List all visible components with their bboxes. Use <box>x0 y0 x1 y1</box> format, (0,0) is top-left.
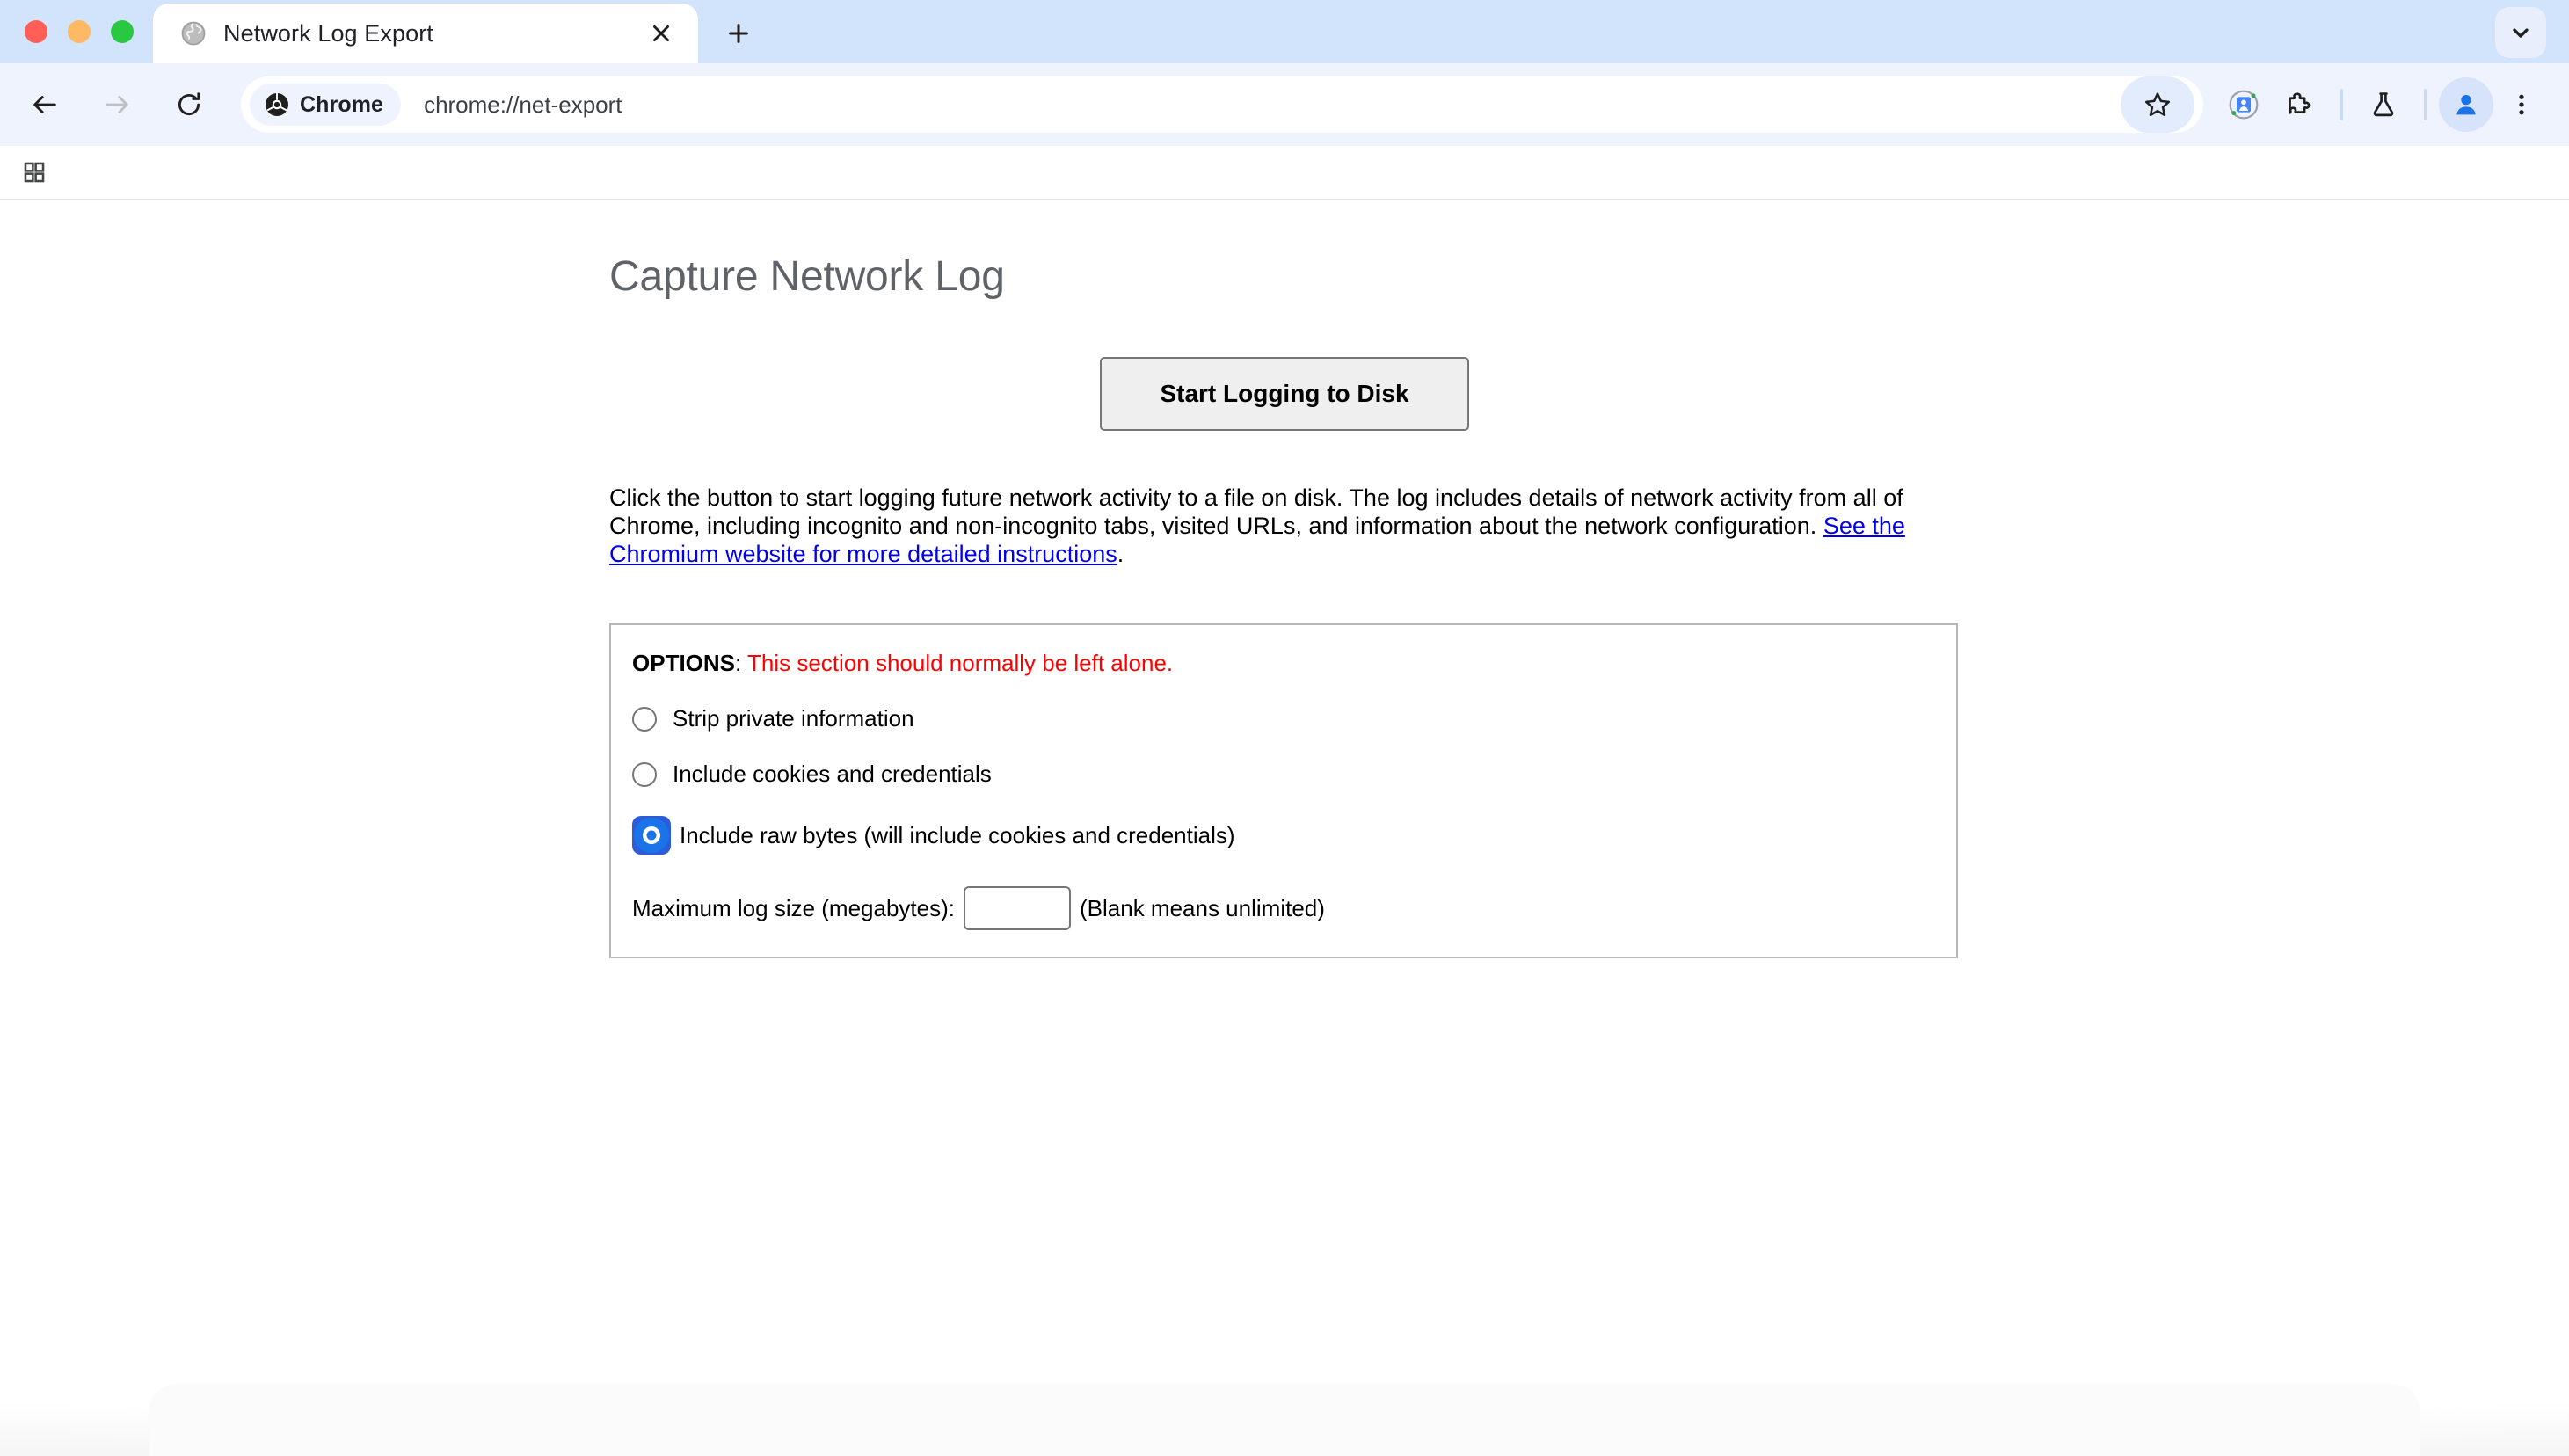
tab-title: Network Log Export <box>223 19 433 47</box>
window-minimize-button[interactable] <box>68 20 91 43</box>
window-close-button[interactable] <box>25 20 47 43</box>
new-tab-button[interactable] <box>714 9 763 58</box>
more-vertical-icon[interactable] <box>2493 76 2550 133</box>
apps-grid-icon[interactable] <box>11 151 58 193</box>
option-row-include-raw-bytes[interactable]: Include raw bytes (will include cookies … <box>632 816 1933 855</box>
options-panel: OPTIONS: This section should normally be… <box>609 622 1958 959</box>
radio-label-strip-private-information: Strip private information <box>673 704 914 732</box>
forward-button[interactable] <box>89 76 145 133</box>
radio-include-raw-bytes[interactable] <box>639 823 664 848</box>
options-heading-label: OPTIONS <box>632 649 736 676</box>
radio-focus-ring <box>632 816 671 855</box>
profile-avatar-icon[interactable] <box>2439 77 2493 132</box>
omnibox-chrome-chip[interactable]: Chrome <box>250 84 402 126</box>
toolbar-divider <box>2424 89 2427 120</box>
options-heading: OPTIONS: This section should normally be… <box>632 650 1933 677</box>
address-bar[interactable]: Chrome chrome://net-export <box>241 76 2203 133</box>
radio-label-include-cookies-and-credentials: Include cookies and credentials <box>673 761 992 788</box>
start-button-row: Start Logging to Disk <box>609 356 1960 431</box>
page-title: Capture Network Log <box>609 253 1005 300</box>
back-button[interactable] <box>17 76 73 133</box>
description-text-before: Click the button to start logging future… <box>609 484 1903 539</box>
max-log-size-label: Maximum log size (megabytes): <box>632 894 955 921</box>
option-row-include-cookies-and-credentials[interactable]: Include cookies and credentials <box>632 761 1933 788</box>
max-log-size-hint: (Blank means unlimited) <box>1080 894 1325 921</box>
experiments-flask-icon[interactable] <box>2355 76 2412 133</box>
bookmarks-bar <box>0 146 2569 200</box>
globe-icon <box>179 19 207 47</box>
browser-tab[interactable]: Network Log Export <box>153 4 698 63</box>
window-maximize-button[interactable] <box>111 20 134 43</box>
start-logging-to-disk-button[interactable]: Start Logging to Disk <box>1100 356 1469 431</box>
description-paragraph: Click the button to start logging future… <box>609 484 1946 569</box>
omnibox-chip-label: Chrome <box>300 91 384 117</box>
browser-toolbar: Chrome chrome://net-export <box>0 63 2569 146</box>
reload-button[interactable] <box>161 76 217 133</box>
tab-strip: Network Log Export <box>0 0 2569 63</box>
max-log-size-row: Maximum log size (megabytes): (Blank mea… <box>632 886 1933 931</box>
radio-strip-private-information[interactable] <box>632 706 657 732</box>
max-log-size-input[interactable] <box>964 886 1071 931</box>
omnibox-url-text[interactable]: chrome://net-export <box>424 91 2126 119</box>
share-tab-icon[interactable] <box>2216 76 2272 133</box>
browser-window: Network Log Export Chrome chrome://net-e… <box>0 0 2569 1456</box>
options-heading-separator: : <box>735 649 747 676</box>
option-row-strip-private-information[interactable]: Strip private information <box>632 705 1933 732</box>
radio-include-cookies-and-credentials[interactable] <box>632 761 657 787</box>
options-warning-text: This section should normally be left alo… <box>747 649 1174 676</box>
bookmark-star-icon[interactable] <box>2121 76 2194 133</box>
window-traffic-lights <box>0 0 153 63</box>
tab-search-button[interactable] <box>2495 7 2546 58</box>
toolbar-divider <box>2340 89 2343 120</box>
description-text-after: . <box>1117 541 1124 568</box>
extensions-puzzle-icon[interactable] <box>2272 76 2328 133</box>
page-content: Capture Network Log Start Logging to Dis… <box>0 200 2569 1456</box>
tab-close-icon[interactable] <box>642 14 680 53</box>
window-bottom-shadow <box>0 1363 2569 1456</box>
radio-label-include-raw-bytes: Include raw bytes (will include cookies … <box>680 821 1235 848</box>
chrome-logo-icon <box>266 93 288 116</box>
